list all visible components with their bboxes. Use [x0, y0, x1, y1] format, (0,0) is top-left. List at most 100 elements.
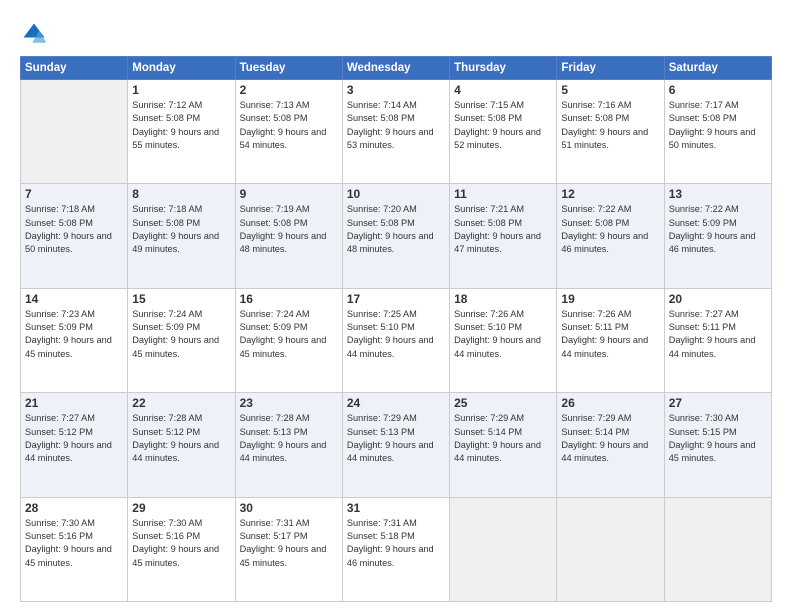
sunrise-label: Sunrise: 7:30 AM: [132, 518, 202, 528]
day-info: Sunrise: 7:24 AMSunset: 5:09 PMDaylight:…: [132, 308, 230, 361]
day-info: Sunrise: 7:13 AMSunset: 5:08 PMDaylight:…: [240, 99, 338, 152]
calendar-week-row: 1Sunrise: 7:12 AMSunset: 5:08 PMDaylight…: [21, 80, 772, 184]
daylight-label: Daylight: 9 hours and 53 minutes.: [347, 127, 434, 150]
daylight-label: Daylight: 9 hours and 50 minutes.: [669, 127, 756, 150]
calendar-cell: 13Sunrise: 7:22 AMSunset: 5:09 PMDayligh…: [664, 184, 771, 288]
day-header-monday: Monday: [128, 57, 235, 80]
calendar-cell: 29Sunrise: 7:30 AMSunset: 5:16 PMDayligh…: [128, 497, 235, 601]
sunset-label: Sunset: 5:08 PM: [240, 218, 308, 228]
day-number: 15: [132, 292, 230, 306]
sunrise-label: Sunrise: 7:18 AM: [25, 204, 95, 214]
sunrise-label: Sunrise: 7:29 AM: [347, 413, 417, 423]
sunrise-label: Sunrise: 7:28 AM: [240, 413, 310, 423]
calendar-cell: 20Sunrise: 7:27 AMSunset: 5:11 PMDayligh…: [664, 288, 771, 392]
day-info: Sunrise: 7:31 AMSunset: 5:18 PMDaylight:…: [347, 517, 445, 570]
day-info: Sunrise: 7:18 AMSunset: 5:08 PMDaylight:…: [132, 203, 230, 256]
day-number: 31: [347, 501, 445, 515]
day-number: 25: [454, 396, 552, 410]
day-info: Sunrise: 7:24 AMSunset: 5:09 PMDaylight:…: [240, 308, 338, 361]
day-info: Sunrise: 7:12 AMSunset: 5:08 PMDaylight:…: [132, 99, 230, 152]
day-info: Sunrise: 7:26 AMSunset: 5:10 PMDaylight:…: [454, 308, 552, 361]
daylight-label: Daylight: 9 hours and 45 minutes.: [240, 335, 327, 358]
day-info: Sunrise: 7:31 AMSunset: 5:17 PMDaylight:…: [240, 517, 338, 570]
daylight-label: Daylight: 9 hours and 45 minutes.: [25, 335, 112, 358]
sunrise-label: Sunrise: 7:14 AM: [347, 100, 417, 110]
sunset-label: Sunset: 5:16 PM: [25, 531, 93, 541]
sunset-label: Sunset: 5:14 PM: [454, 427, 522, 437]
calendar-cell: 4 Sunrise: 7:15 AMSunset: 5:08 PMDaylight…: [450, 80, 557, 184]
sunset-label: Sunset: 5:08 PM: [561, 218, 629, 228]
day-number: 6: [669, 83, 767, 97]
sunrise-label: Sunrise: 7:20 AM: [347, 204, 417, 214]
day-info: Sunrise: 7:19 AMSunset: 5:08 PMDaylight:…: [240, 203, 338, 256]
day-number: 17: [347, 292, 445, 306]
daylight-label: Daylight: 9 hours and 54 minutes.: [240, 127, 327, 150]
day-number: 16: [240, 292, 338, 306]
daylight-label: Daylight: 9 hours and 51 minutes.: [561, 127, 648, 150]
calendar-cell: [664, 497, 771, 601]
sunrise-label: Sunrise: 7:29 AM: [454, 413, 524, 423]
sunset-label: Sunset: 5:08 PM: [25, 218, 93, 228]
calendar-cell: 17 Sunrise: 7:25 AMSunset: 5:10 PMDayligh…: [342, 288, 449, 392]
sunrise-label: Sunrise: 7:22 AM: [669, 204, 739, 214]
day-header-tuesday: Tuesday: [235, 57, 342, 80]
calendar-week-row: 7 Sunrise: 7:18 AMSunset: 5:08 PMDaylight…: [21, 184, 772, 288]
sunrise-label: Sunrise: 7:21 AM: [454, 204, 524, 214]
day-number: 4: [454, 83, 552, 97]
sunset-label: Sunset: 5:13 PM: [240, 427, 308, 437]
sunrise-label: Sunrise: 7:27 AM: [669, 309, 739, 319]
calendar-cell: 10Sunrise: 7:20 AMSunset: 5:08 PMDayligh…: [342, 184, 449, 288]
sunset-label: Sunset: 5:08 PM: [669, 113, 737, 123]
sunset-label: Sunset: 5:12 PM: [25, 427, 93, 437]
day-number: 27: [669, 396, 767, 410]
daylight-label: Daylight: 9 hours and 44 minutes.: [669, 335, 756, 358]
day-number: 20: [669, 292, 767, 306]
sunset-label: Sunset: 5:08 PM: [132, 218, 200, 228]
sunrise-label: Sunrise: 7:29 AM: [561, 413, 631, 423]
day-info: Sunrise: 7:16 AMSunset: 5:08 PMDaylight:…: [561, 99, 659, 152]
day-number: 18: [454, 292, 552, 306]
calendar-cell: 19Sunrise: 7:26 AMSunset: 5:11 PMDayligh…: [557, 288, 664, 392]
daylight-label: Daylight: 9 hours and 44 minutes.: [25, 440, 112, 463]
daylight-label: Daylight: 9 hours and 44 minutes.: [240, 440, 327, 463]
day-info: Sunrise: 7:20 AMSunset: 5:08 PMDaylight:…: [347, 203, 445, 256]
sunset-label: Sunset: 5:08 PM: [347, 218, 415, 228]
day-number: 12: [561, 187, 659, 201]
sunset-label: Sunset: 5:16 PM: [132, 531, 200, 541]
sunrise-label: Sunrise: 7:24 AM: [132, 309, 202, 319]
daylight-label: Daylight: 9 hours and 44 minutes.: [454, 440, 541, 463]
day-number: 2: [240, 83, 338, 97]
daylight-label: Daylight: 9 hours and 45 minutes.: [132, 544, 219, 567]
day-info: Sunrise: 7:23 AM Sunset: 5:09 PM Daylight:…: [25, 308, 123, 361]
sunrise-label: Sunrise: 7:23 AM: [25, 309, 95, 319]
sunset-label: Sunset: 5:10 PM: [347, 322, 415, 332]
day-number: 7: [25, 187, 123, 201]
day-info: Sunrise: 7:30 AMSunset: 5:15 PMDaylight:…: [669, 412, 767, 465]
day-number: 24: [347, 396, 445, 410]
sunset-label: Sunset: 5:08 PM: [240, 113, 308, 123]
sunset-label: Sunset: 5:09 PM: [132, 322, 200, 332]
sunrise-label: Sunrise: 7:27 AM: [25, 413, 95, 423]
day-info: Sunrise: 7:26 AMSunset: 5:11 PMDaylight:…: [561, 308, 659, 361]
page: SundayMondayTuesdayWednesdayThursdayFrid…: [0, 0, 792, 612]
sunrise-label: Sunrise: 7:12 AM: [132, 100, 202, 110]
day-number: 13: [669, 187, 767, 201]
daylight-label: Daylight: 9 hours and 44 minutes.: [347, 440, 434, 463]
calendar-cell: 9 Sunrise: 7:19 AMSunset: 5:08 PMDaylight…: [235, 184, 342, 288]
day-number: 8: [132, 187, 230, 201]
sunset-label: Sunset: 5:09 PM: [25, 322, 93, 332]
logo-icon: [20, 20, 48, 48]
day-info: Sunrise: 7:25 AMSunset: 5:10 PMDaylight:…: [347, 308, 445, 361]
calendar-cell: 7Sunrise: 7:18 AMSunset: 5:08 PMDaylight…: [21, 184, 128, 288]
sunrise-label: Sunrise: 7:17 AM: [669, 100, 739, 110]
calendar-cell: 2 Sunrise: 7:13 AMSunset: 5:08 PMDaylight…: [235, 80, 342, 184]
sunset-label: Sunset: 5:09 PM: [240, 322, 308, 332]
day-info: Sunrise: 7:29 AM Sunset: 5:14 PM Daylight:…: [454, 412, 552, 465]
daylight-label: Daylight: 9 hours and 52 minutes.: [454, 127, 541, 150]
day-info: Sunrise: 7:15 AMSunset: 5:08 PMDaylight:…: [454, 99, 552, 152]
day-number: 21: [25, 396, 123, 410]
day-header-thursday: Thursday: [450, 57, 557, 80]
sunset-label: Sunset: 5:13 PM: [347, 427, 415, 437]
sunrise-label: Sunrise: 7:22 AM: [561, 204, 631, 214]
day-number: 9: [240, 187, 338, 201]
